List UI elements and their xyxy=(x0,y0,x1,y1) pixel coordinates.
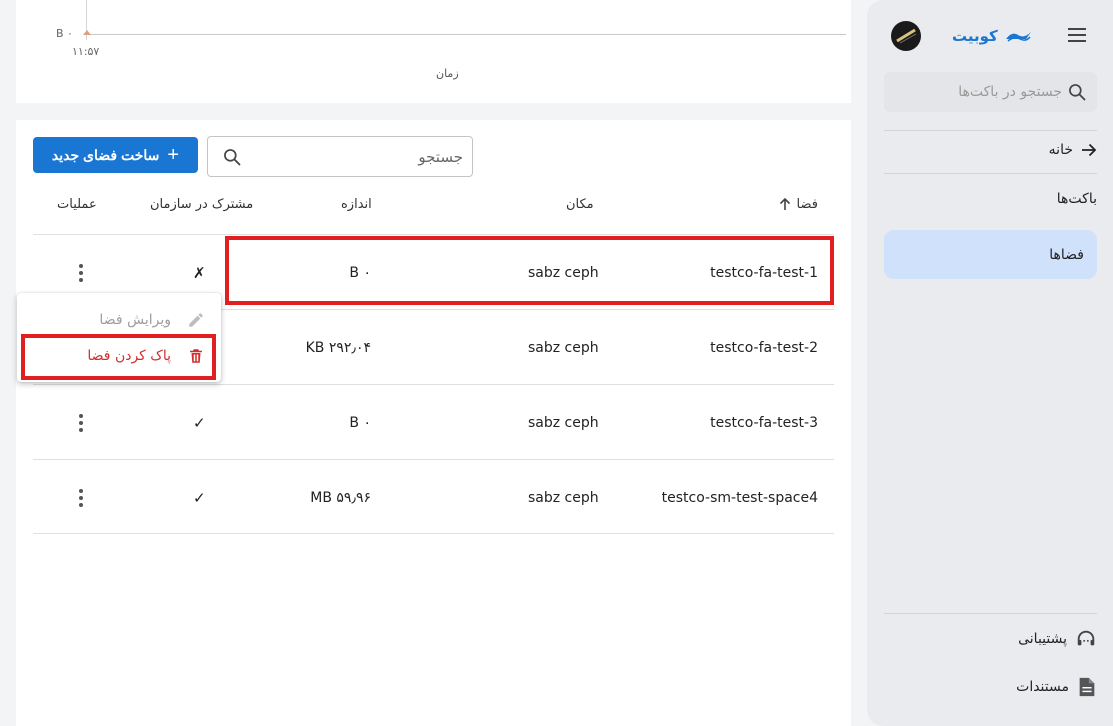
sidebar-item-label: خانه xyxy=(1048,142,1073,158)
user-avatar[interactable] xyxy=(891,21,921,51)
plus-icon: + xyxy=(167,144,180,166)
arrow-right-icon xyxy=(1082,143,1097,157)
column-header-shared: مشترک در سازمان xyxy=(150,197,254,212)
create-space-button[interactable]: + ساخت فضای جدید xyxy=(33,137,198,173)
sidebar-item-docs[interactable]: مستندات xyxy=(1016,676,1097,698)
column-header-location: مکان xyxy=(566,197,594,212)
sidebar-divider xyxy=(884,173,1097,174)
chart-x-label: زمان xyxy=(436,67,459,80)
chart-x-axis xyxy=(87,34,846,35)
column-header-space[interactable]: فضا xyxy=(779,197,818,212)
sidebar-divider xyxy=(884,613,1097,614)
sidebar-item-label: باکت‌ها xyxy=(1056,191,1097,207)
sidebar-item-spaces[interactable]: فضاها xyxy=(884,230,1097,279)
space-size: ۰ B xyxy=(349,414,371,431)
sort-arrow-up-icon xyxy=(779,198,790,210)
edit-space-label: ویرایش فضا xyxy=(99,312,171,328)
space-name[interactable]: testco-sm-test-space4 xyxy=(662,460,818,535)
create-space-label: ساخت فضای جدید xyxy=(51,146,160,163)
shared-status: ✓ xyxy=(193,488,206,507)
hamburger-menu-icon[interactable] xyxy=(1067,27,1087,43)
sidebar-divider xyxy=(884,130,1097,131)
table-divider xyxy=(33,533,834,534)
column-header-space-label: فضا xyxy=(796,197,818,212)
space-size: ۰ B xyxy=(349,264,371,281)
chart-data-point xyxy=(83,30,91,35)
pencil-icon xyxy=(189,313,203,327)
column-header-size: اندازه xyxy=(341,197,372,212)
row-context-menu: ویرایش فضا پاک کردن فضا xyxy=(17,293,221,382)
shared-status: ✓ xyxy=(193,413,206,432)
brand-logo[interactable]: کوبیت xyxy=(952,24,1032,48)
space-name[interactable]: testco-fa-test-2 xyxy=(710,310,818,385)
sidebar: کوبیت خانه باکت‌ها فضاها پشتیبانی مستندا… xyxy=(867,0,1113,726)
space-location: sabz ceph xyxy=(528,264,599,281)
bucket-search-input[interactable] xyxy=(892,72,1062,112)
more-options-icon[interactable] xyxy=(73,385,89,460)
chart-x-tick: ۱۱:۵۷ xyxy=(72,45,100,58)
sidebar-item-label: مستندات xyxy=(1016,679,1069,695)
sidebar-item-support[interactable]: پشتیبانی xyxy=(1018,628,1097,650)
bucket-search-field xyxy=(884,72,1097,112)
sidebar-item-label: پشتیبانی xyxy=(1018,631,1067,647)
space-name[interactable]: testco-fa-test-1 xyxy=(710,235,818,310)
search-field xyxy=(207,136,473,177)
sidebar-item-label: فضاها xyxy=(1049,246,1084,263)
space-location: sabz ceph xyxy=(528,339,599,356)
search-icon[interactable] xyxy=(222,147,242,171)
wave-logo-icon xyxy=(1005,32,1031,42)
space-name[interactable]: testco-fa-test-3 xyxy=(710,385,818,460)
more-options-icon[interactable] xyxy=(73,460,89,535)
space-size: ۲۹۲٫۰۴ KB xyxy=(305,339,371,356)
sidebar-item-home[interactable]: خانه xyxy=(1049,142,1097,158)
headset-icon xyxy=(1077,630,1095,646)
search-input[interactable] xyxy=(253,137,463,176)
table-row[interactable]: testco-fa-test-3 sabz ceph ۰ B ✓ xyxy=(33,384,834,459)
search-icon[interactable] xyxy=(1067,82,1087,106)
brand-name: کوبیت xyxy=(952,27,998,45)
space-location: sabz ceph xyxy=(528,489,599,506)
delete-space-menu-item[interactable]: پاک کردن فضا xyxy=(87,341,205,371)
edit-space-menu-item[interactable]: ویرایش فضا xyxy=(99,305,205,335)
spaces-panel: + ساخت فضای جدید فضا مکان اندازه مشترک د… xyxy=(16,120,851,726)
table-row[interactable]: testco-sm-test-space4 sabz ceph ۵۹٫۹۶ MB… xyxy=(33,459,834,534)
sidebar-item-buckets[interactable]: باکت‌ها xyxy=(1057,191,1097,207)
column-header-operations: عملیات xyxy=(57,197,97,212)
chart-y-tick: ۰ B xyxy=(56,27,73,40)
delete-space-label: پاک کردن فضا xyxy=(87,348,171,364)
storage-chart: ۰ B ۱۱:۵۷ زمان xyxy=(16,0,851,103)
space-size: ۵۹٫۹۶ MB xyxy=(310,489,371,506)
space-location: sabz ceph xyxy=(528,414,599,431)
document-icon xyxy=(1079,677,1095,697)
trash-icon xyxy=(190,349,202,363)
